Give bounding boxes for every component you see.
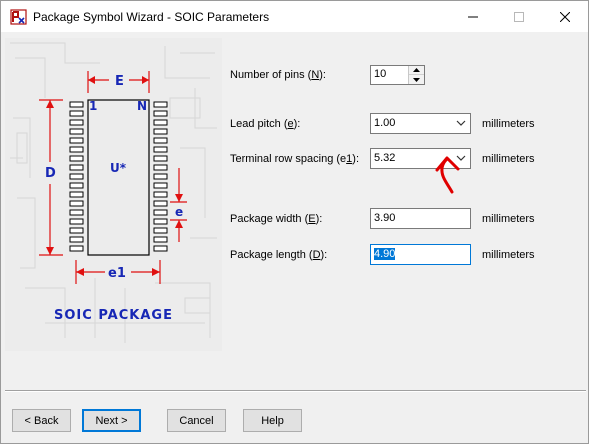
num-pins-label: Number of pins (N): xyxy=(230,69,326,81)
package-length-unit: millimeters xyxy=(482,249,535,261)
minimize-button[interactable] xyxy=(450,1,496,32)
circuit-background xyxy=(10,42,217,343)
right-pins xyxy=(153,101,168,252)
lead-pitch-select[interactable]: 1.00 xyxy=(370,113,471,134)
soic-diagram: E D e e1 1 N U* SOIC PACKAGE xyxy=(5,38,222,351)
num-pins-stepper[interactable]: 10 xyxy=(370,65,425,85)
pin-1-label: 1 xyxy=(89,99,97,113)
app-icon xyxy=(10,9,27,25)
dim-e-label: e xyxy=(175,205,183,219)
lead-pitch-label: Lead pitch (e): xyxy=(230,118,301,130)
chevron-down-icon[interactable] xyxy=(456,155,466,161)
spin-buttons xyxy=(408,66,424,84)
package-length-field[interactable]: 4.90 xyxy=(370,244,471,265)
footer-separator xyxy=(5,390,586,392)
window-title: Package Symbol Wizard - SOIC Parameters xyxy=(33,10,270,24)
dim-E-label: E xyxy=(115,74,124,89)
next-button[interactable]: Next > xyxy=(82,409,141,432)
wizard-window: Package Symbol Wizard - SOIC Parameters xyxy=(0,0,589,444)
close-button[interactable] xyxy=(542,1,588,32)
package-width-value: 3.90 xyxy=(374,212,396,224)
dim-e1-label: e1 xyxy=(108,266,126,281)
help-button[interactable]: Help xyxy=(243,409,302,432)
maximize-icon xyxy=(514,11,524,22)
spin-up-button[interactable] xyxy=(409,66,424,75)
arrow-up-icon xyxy=(413,68,420,72)
package-length-value: 4.90 xyxy=(374,248,396,260)
spin-down-button[interactable] xyxy=(409,75,424,84)
package-width-label: Package width (E): xyxy=(230,213,323,225)
package-caption: SOIC PACKAGE xyxy=(54,308,173,323)
row-spacing-select[interactable]: 5.32 xyxy=(370,148,471,169)
package-width-field[interactable]: 3.90 xyxy=(370,208,471,229)
title-bar: Package Symbol Wizard - SOIC Parameters xyxy=(1,1,588,32)
close-icon xyxy=(560,11,570,22)
minimize-icon xyxy=(468,16,478,17)
maximize-button[interactable] xyxy=(496,1,542,32)
row-spacing-unit: millimeters xyxy=(482,153,535,165)
row-spacing-label: Terminal row spacing (e1): xyxy=(230,153,360,165)
left-pins xyxy=(69,101,84,252)
pin-n-label: N xyxy=(137,99,147,113)
package-width-unit: millimeters xyxy=(482,213,535,225)
dim-D-label: D xyxy=(45,166,56,181)
row-spacing-value: 5.32 xyxy=(374,152,396,164)
soic-drawing: E D e e1 1 N U* xyxy=(10,42,217,343)
package-length-label: Package length (D): xyxy=(230,249,328,261)
back-button[interactable]: < Back xyxy=(12,409,71,432)
cancel-button[interactable]: Cancel xyxy=(167,409,226,432)
num-pins-value[interactable]: 10 xyxy=(374,68,386,80)
chevron-down-icon[interactable] xyxy=(456,120,466,126)
arrow-down-icon xyxy=(413,77,420,82)
lead-pitch-unit: millimeters xyxy=(482,118,535,130)
lead-pitch-value: 1.00 xyxy=(374,117,396,129)
ref-designator: U* xyxy=(110,161,127,175)
package-body xyxy=(87,99,150,256)
